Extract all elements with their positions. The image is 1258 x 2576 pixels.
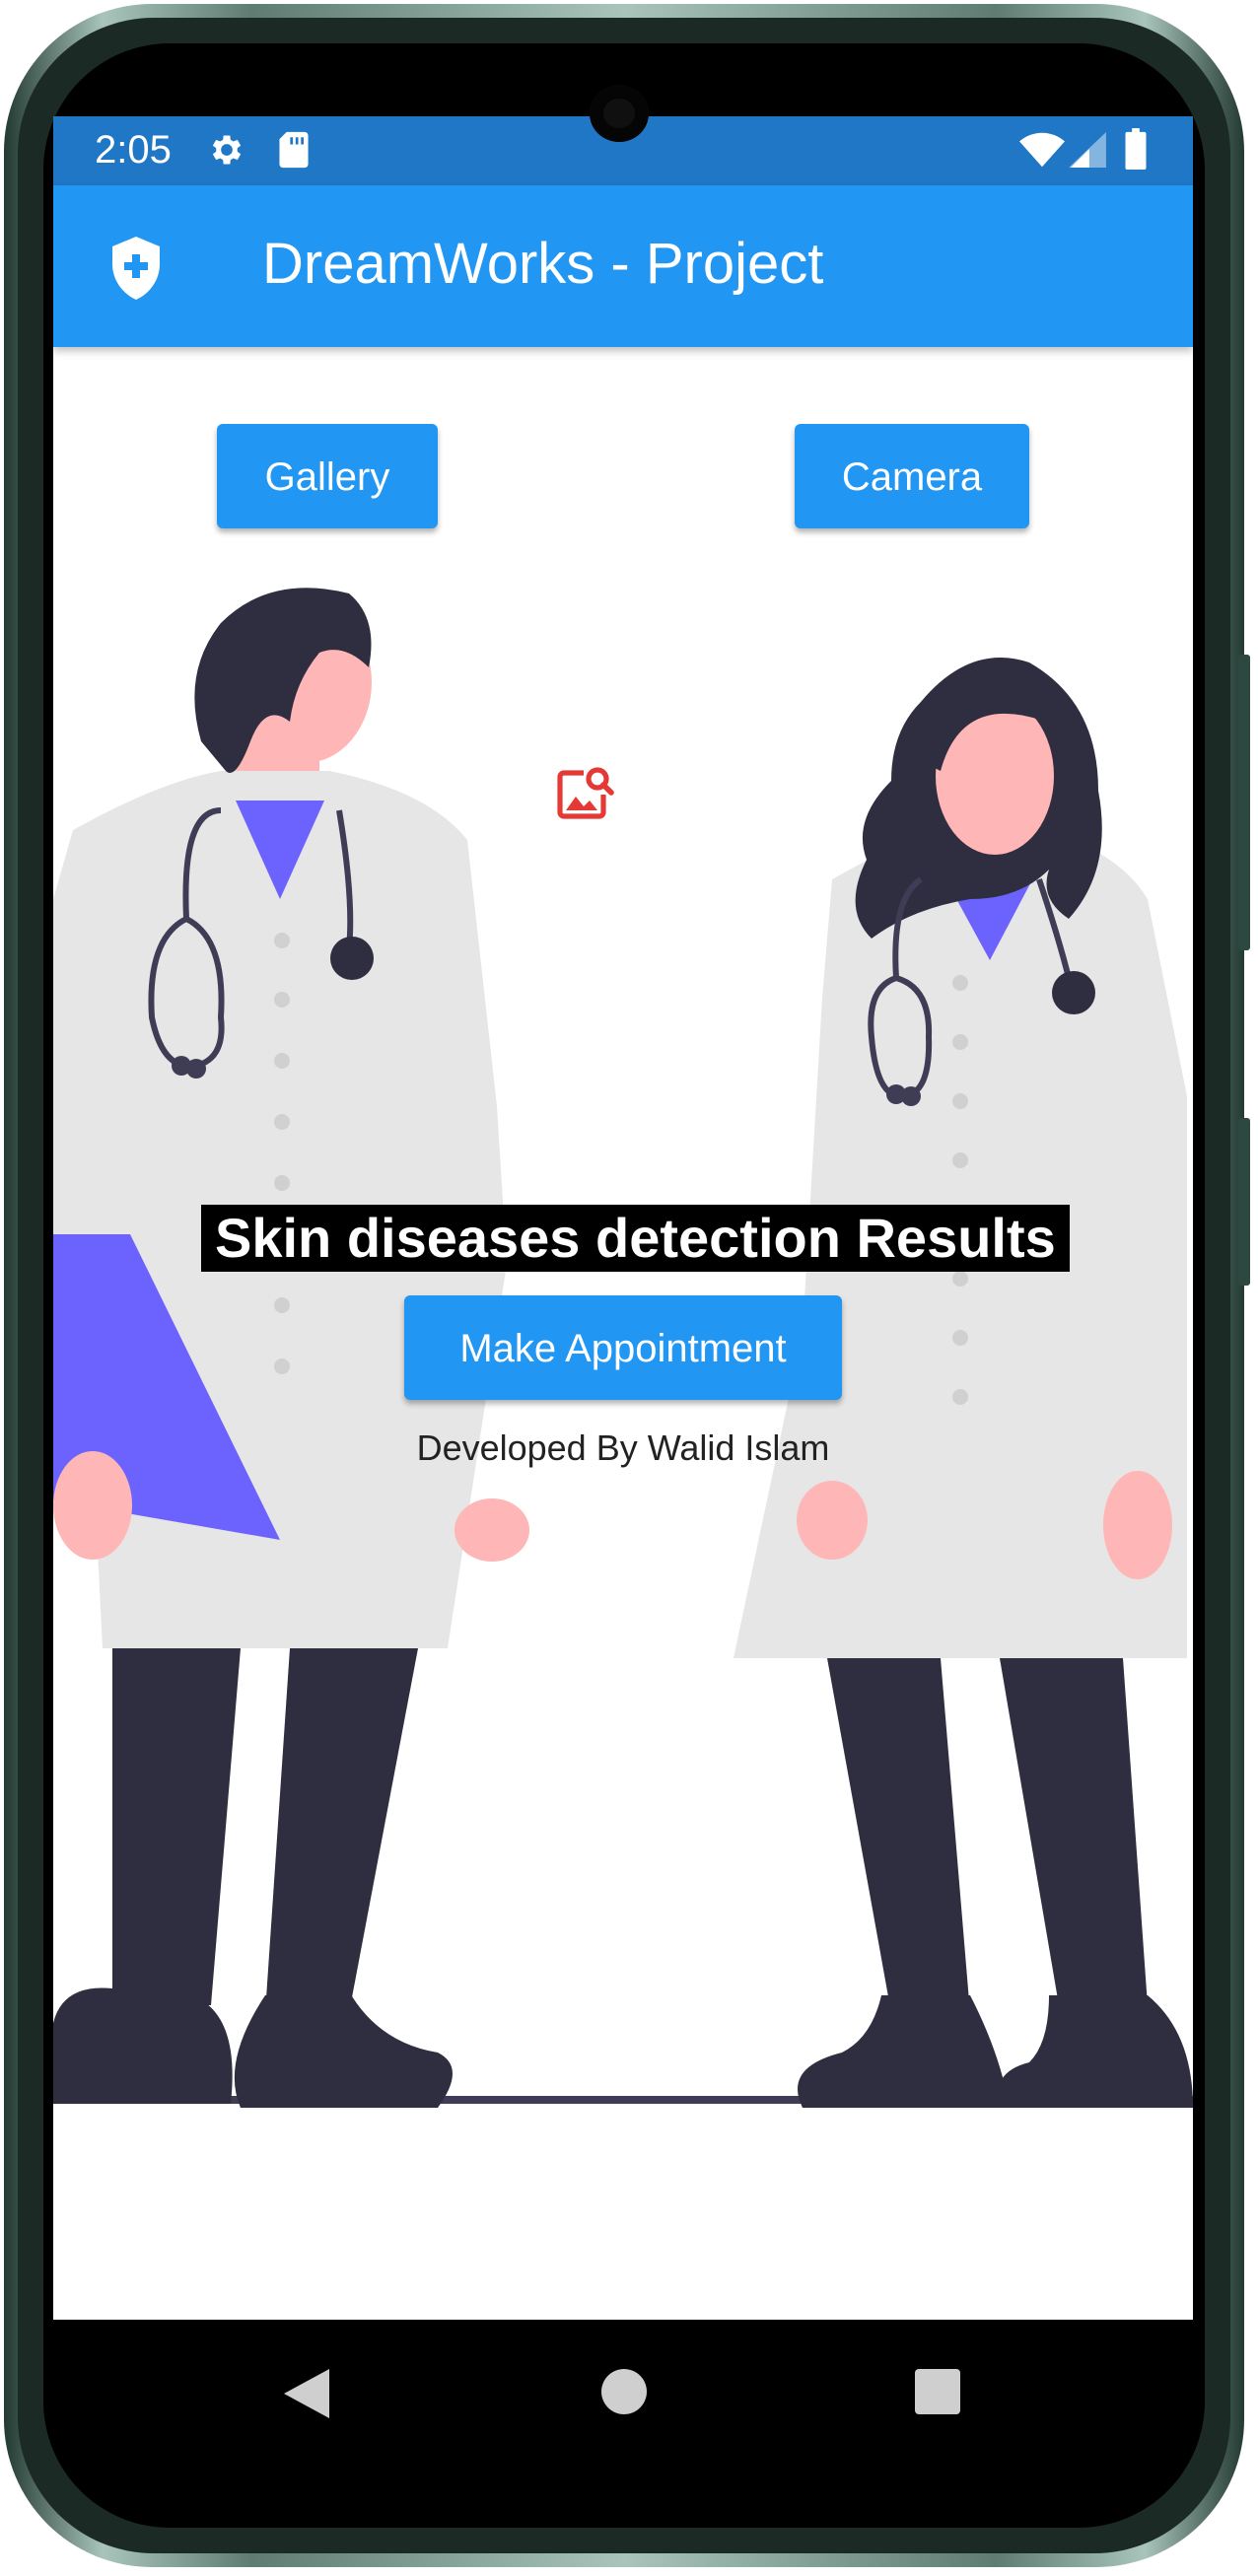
sd-card-icon xyxy=(276,130,312,174)
app-bar: DreamWorks - Project xyxy=(53,185,1193,347)
battery-icon xyxy=(1124,128,1148,174)
front-camera xyxy=(590,85,649,142)
system-nav-bar xyxy=(0,2320,1258,2468)
home-icon[interactable] xyxy=(601,2369,647,2414)
image-search-icon xyxy=(552,761,615,829)
signal-icon xyxy=(1069,132,1106,173)
main-content: Gallery Camera Skin diseases detection R… xyxy=(53,347,1193,2320)
medical-shield-icon xyxy=(108,237,164,305)
camera-button[interactable]: Camera xyxy=(795,424,1029,528)
make-appointment-button[interactable]: Make Appointment xyxy=(404,1295,842,1400)
app-screen: 2:05 DreamWorks - Project Gallery Camera… xyxy=(53,116,1193,2320)
app-title: DreamWorks - Project xyxy=(262,232,824,296)
volume-button xyxy=(1238,655,1250,950)
results-title: Skin diseases detection Results xyxy=(201,1205,1070,1272)
back-icon[interactable] xyxy=(284,2369,329,2423)
wifi-icon xyxy=(1019,132,1065,173)
power-button xyxy=(1238,1118,1250,1286)
developer-credit: Developed By Walid Islam xyxy=(416,1427,830,1468)
recents-icon[interactable] xyxy=(915,2369,960,2414)
gear-icon xyxy=(207,130,246,174)
gallery-button[interactable]: Gallery xyxy=(217,424,438,528)
status-time: 2:05 xyxy=(95,128,172,172)
